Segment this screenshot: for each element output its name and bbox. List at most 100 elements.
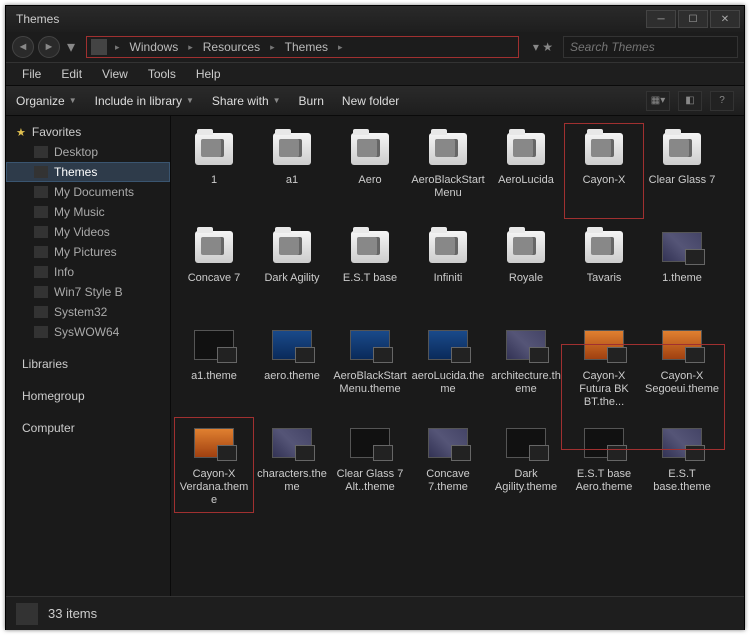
file-item[interactable]: Cayon-X Futura BK BT.the... — [565, 320, 643, 414]
nav-bar: ◄ ► ▾ ▸ Windows ▸ Resources ▸ Themes ▸ ▾… — [6, 32, 744, 62]
file-item[interactable]: 1.theme — [643, 222, 721, 316]
sidebar-item-system32[interactable]: System32 — [6, 302, 170, 322]
file-item[interactable]: Cayon-X Verdana.theme — [175, 418, 253, 512]
history-dropdown[interactable]: ▾ — [64, 37, 78, 57]
folder-icon — [193, 226, 235, 268]
new-folder-button[interactable]: New folder — [342, 94, 399, 108]
file-item[interactable]: Royale — [487, 222, 565, 316]
sidebar-item-documents[interactable]: My Documents — [6, 182, 170, 202]
sidebar-computer[interactable]: Computer — [6, 418, 170, 438]
file-item[interactable]: a1 — [253, 124, 331, 218]
sidebar-item-pictures[interactable]: My Pictures — [6, 242, 170, 262]
file-label: Cayon-X Verdana.theme — [177, 468, 251, 507]
burn-button[interactable]: Burn — [299, 94, 324, 108]
file-item[interactable]: Clear Glass 7 — [643, 124, 721, 218]
sidebar-item-info[interactable]: Info — [6, 262, 170, 282]
file-item[interactable]: Cayon-X — [565, 124, 643, 218]
theme-file-icon — [271, 324, 313, 366]
sidebar-favorites[interactable]: ★Favorites — [6, 122, 170, 142]
file-item[interactable]: E.S.T base Aero.theme — [565, 418, 643, 512]
window-title: Themes — [10, 12, 59, 26]
file-item[interactable]: aero.theme — [253, 320, 331, 414]
menu-tools[interactable]: Tools — [138, 67, 186, 81]
maximize-button[interactable]: ☐ — [678, 10, 708, 28]
folder-icon — [427, 226, 469, 268]
back-button[interactable]: ◄ — [12, 36, 34, 58]
file-label: E.S.T base — [343, 272, 397, 285]
file-item[interactable]: a1.theme — [175, 320, 253, 414]
chevron-right-icon[interactable]: ▸ — [111, 42, 124, 53]
file-item[interactable]: Infiniti — [409, 222, 487, 316]
file-item[interactable]: Dark Agility — [253, 222, 331, 316]
menu-file[interactable]: File — [12, 67, 51, 81]
file-item[interactable]: Cayon-X Segoeui.theme — [643, 320, 721, 414]
theme-file-icon — [505, 422, 547, 464]
sidebar-item-music[interactable]: My Music — [6, 202, 170, 222]
folder-icon — [34, 326, 48, 338]
folder-icon — [34, 266, 48, 278]
close-button[interactable]: ✕ — [710, 10, 740, 28]
status-bar: 33 items — [6, 596, 744, 630]
minimize-button[interactable]: ─ — [646, 10, 676, 28]
file-item[interactable]: aeroLucida.theme — [409, 320, 487, 414]
theme-file-icon — [427, 422, 469, 464]
view-options-button[interactable]: ▦▾ — [646, 91, 670, 111]
sidebar-libraries[interactable]: Libraries — [6, 354, 170, 374]
chevron-right-icon[interactable]: ▸ — [334, 42, 347, 53]
sidebar-item-videos[interactable]: My Videos — [6, 222, 170, 242]
file-label: AeroBlackStartMenu — [411, 174, 485, 200]
include-library-button[interactable]: Include in library▼ — [95, 94, 194, 108]
share-button[interactable]: Share with▼ — [212, 94, 281, 108]
chevron-right-icon[interactable]: ▸ — [266, 42, 279, 53]
sidebar-item-themes[interactable]: Themes — [6, 162, 170, 182]
file-item[interactable]: architecture.theme — [487, 320, 565, 414]
organize-button[interactable]: Organize▼ — [16, 94, 77, 108]
sidebar-item-win7style[interactable]: Win7 Style B — [6, 282, 170, 302]
file-label: AeroLucida — [498, 174, 554, 187]
menu-view[interactable]: View — [92, 67, 138, 81]
search-input[interactable] — [563, 36, 738, 58]
titlebar[interactable]: Themes ─ ☐ ✕ — [6, 6, 744, 32]
theme-file-icon — [661, 226, 703, 268]
theme-file-icon — [583, 324, 625, 366]
folder-icon — [271, 128, 313, 170]
file-item[interactable]: 1 — [175, 124, 253, 218]
file-item[interactable]: Clear Glass 7 Alt..theme — [331, 418, 409, 512]
crumb-windows[interactable]: Windows — [124, 40, 185, 54]
folder-icon — [34, 306, 48, 318]
file-label: aero.theme — [264, 370, 320, 383]
file-item[interactable]: AeroLucida — [487, 124, 565, 218]
preview-pane-button[interactable]: ◧ — [678, 91, 702, 111]
file-item[interactable]: Dark Agility.theme — [487, 418, 565, 512]
crumb-resources[interactable]: Resources — [197, 40, 266, 54]
file-item[interactable]: AeroBlackStartMenu — [409, 124, 487, 218]
forward-button[interactable]: ► — [38, 36, 60, 58]
folder-icon — [16, 603, 38, 625]
file-item[interactable]: Concave 7.theme — [409, 418, 487, 512]
menu-edit[interactable]: Edit — [51, 67, 92, 81]
help-button[interactable]: ? — [710, 91, 734, 111]
theme-file-icon — [349, 324, 391, 366]
chevron-right-icon[interactable]: ▸ — [184, 42, 197, 53]
crumb-themes[interactable]: Themes — [279, 40, 334, 54]
sidebar-item-syswow64[interactable]: SysWOW64 — [6, 322, 170, 342]
file-label: Tavaris — [587, 272, 622, 285]
file-item[interactable]: E.S.T base.theme — [643, 418, 721, 512]
sidebar-item-desktop[interactable]: Desktop — [6, 142, 170, 162]
breadcrumb[interactable]: ▸ Windows ▸ Resources ▸ Themes ▸ — [86, 36, 519, 58]
folder-icon — [34, 286, 48, 298]
folder-icon — [349, 128, 391, 170]
file-grid[interactable]: 1a1AeroAeroBlackStartMenu AeroLucida Cayon… — [171, 116, 744, 596]
status-count: 33 items — [48, 606, 97, 621]
file-label: architecture.theme — [489, 370, 563, 396]
refresh-dropdown[interactable]: ▾ ★ — [527, 40, 559, 54]
menu-help[interactable]: Help — [186, 67, 231, 81]
file-item[interactable]: AeroBlackStartMenu.theme — [331, 320, 409, 414]
sidebar-homegroup[interactable]: Homegroup — [6, 386, 170, 406]
file-item[interactable]: Concave 7 — [175, 222, 253, 316]
file-item[interactable]: Aero — [331, 124, 409, 218]
file-item[interactable]: Tavaris — [565, 222, 643, 316]
theme-file-icon — [661, 324, 703, 366]
file-item[interactable]: E.S.T base — [331, 222, 409, 316]
file-item[interactable]: characters.theme — [253, 418, 331, 512]
